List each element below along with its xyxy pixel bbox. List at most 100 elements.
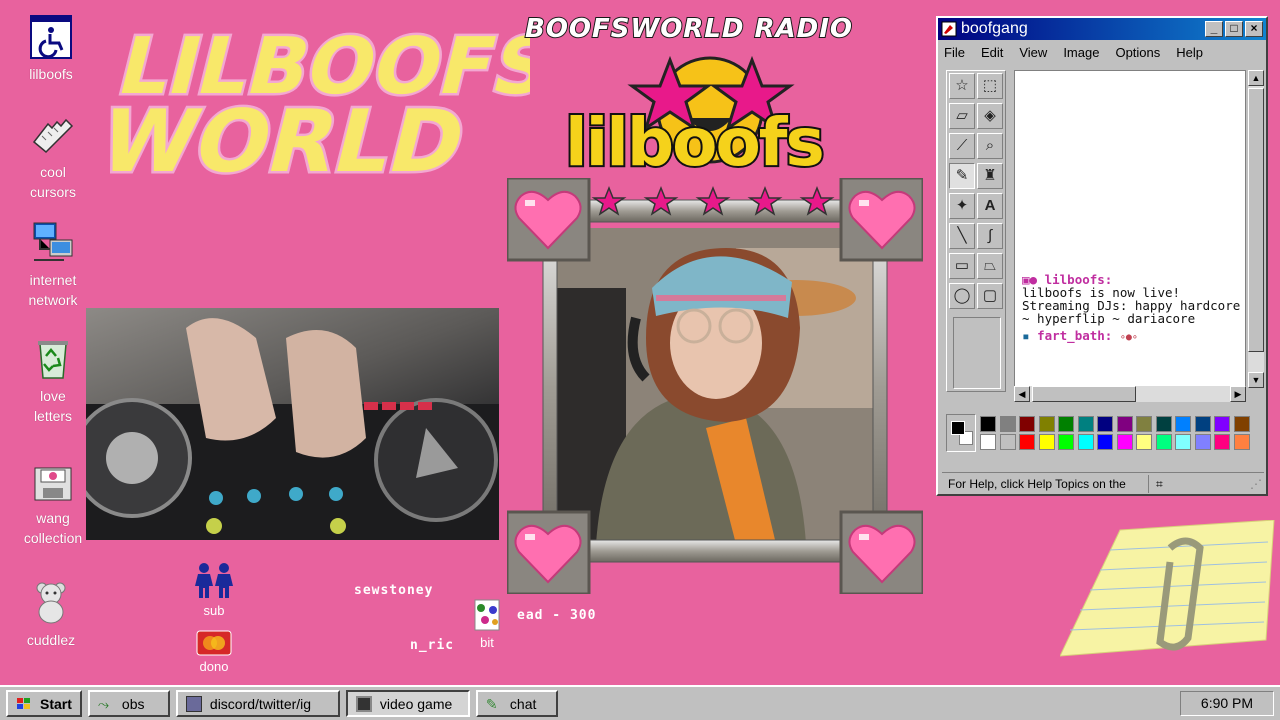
color-swatch[interactable] [980,434,996,450]
recycle-bin-icon [38,341,68,379]
desktop-icon-label: love letters [33,388,73,424]
polygon-tool-icon[interactable]: ⏢ [977,253,1003,279]
desktop-icon-wang-collection[interactable]: wang collection [13,458,93,548]
logo-bottom-text: WORLD [90,91,475,191]
free-select-tool-icon[interactable]: ☆ [949,73,975,99]
taskbar-label: obs [121,695,145,712]
clippy-notepad [1060,520,1275,657]
color-swatch[interactable] [999,416,1016,432]
maximize-button[interactable]: □ [1225,21,1243,37]
magnifier-tool-icon[interactable]: ⌕ [977,133,1003,159]
pencil-tool-icon[interactable]: ✎ [949,163,975,189]
color-swatch[interactable] [1214,434,1230,450]
color-swatch[interactable] [1019,416,1035,432]
picker-tool-icon[interactable]: ⟋ [949,133,975,159]
color-swatch[interactable] [1038,434,1055,450]
color-swatch[interactable] [980,416,996,432]
desktop-icon-cuddlez[interactable]: cuddlez [11,580,91,650]
horizontal-scrollbar[interactable]: ◀ ▶ [1014,386,1246,402]
cursor-hands-icon [32,118,74,154]
color-swatch[interactable] [1077,416,1094,432]
fill-tool-icon[interactable]: ◈ [977,103,1003,129]
position-icon: ⌗ [1156,477,1163,491]
current-colors[interactable] [946,414,976,452]
minimize-button[interactable]: _ [1205,21,1223,37]
chat-text: lilboofs is now live! Streaming DJs: hap… [1022,285,1241,326]
paint-window[interactable]: boofgang _ □ × File Edit View Image Opti… [936,16,1268,496]
chat-message: ▣● lilboofs: lilboofs is now live! Strea… [1022,273,1244,325]
airbrush-tool-icon[interactable]: ✦ [949,193,975,219]
text-tool-icon[interactable]: A [977,193,1003,219]
color-swatch[interactable] [1194,434,1211,450]
menu-options[interactable]: Options [1115,45,1160,60]
rect-select-tool-icon[interactable]: ⬚ [977,73,1003,99]
bit-goal-ticker: ead - 300 [517,608,597,623]
color-swatch[interactable] [1116,416,1133,432]
color-swatch[interactable] [1019,434,1035,450]
desktop-icon-lilboofs[interactable]: lilboofs [11,14,91,84]
color-swatch[interactable] [1194,416,1211,432]
paint-canvas[interactable]: ▣● lilboofs: lilboofs is now live! Strea… [1014,70,1246,388]
color-swatch[interactable] [1097,434,1113,450]
scroll-down-icon[interactable]: ▼ [1248,372,1264,388]
heart-icon [507,510,591,594]
color-swatch[interactable] [999,434,1016,450]
window-titlebar[interactable]: boofgang _ □ × [938,18,1266,40]
color-swatch[interactable] [1233,416,1250,432]
scroll-up-icon[interactable]: ▲ [1248,70,1264,86]
color-swatch[interactable] [1175,434,1191,450]
color-swatch[interactable] [1077,434,1094,450]
scroll-left-icon[interactable]: ◀ [1014,386,1030,402]
tool-options-box[interactable] [953,317,1001,389]
credit-card-icon [196,630,232,656]
ellipse-tool-icon[interactable]: ◯ [949,283,975,309]
taskbar-video-game[interactable]: video game [345,690,470,717]
color-swatch[interactable] [1155,434,1172,450]
system-clock[interactable]: 6:90 PM [1180,691,1274,716]
taskbar-chat[interactable]: ✎ chat [475,690,558,717]
chat-emote-icon: ∘●∘ [1119,332,1138,343]
color-swatch[interactable] [1214,416,1230,432]
close-button[interactable]: × [1245,21,1263,37]
desktop-icon-label: wang collection [23,510,83,546]
menu-image[interactable]: Image [1063,45,1099,60]
desktop-icon-label: lilboofs [29,66,73,82]
vertical-scrollbar[interactable]: ▲ ▼ [1248,70,1264,388]
rounded-rect-tool-icon[interactable]: ▢ [977,283,1003,309]
dj-controller-camera [86,308,499,540]
rectangle-tool-icon[interactable]: ▭ [949,253,975,279]
menu-file[interactable]: File [944,45,965,60]
taskbar-obs[interactable]: ⤳ obs [87,690,170,717]
menu-help[interactable]: Help [1176,45,1203,60]
desktop-icon-internet-network[interactable]: internet network [13,220,93,310]
color-swatch[interactable] [1136,416,1152,432]
desktop-icon-love-letters[interactable]: love letters [13,336,93,426]
desktop-icon-cool-cursors[interactable]: cool cursors [13,112,93,202]
menu-edit[interactable]: Edit [981,45,1003,60]
scroll-thumb[interactable] [1248,88,1264,352]
line-tool-icon[interactable]: ╲ [949,223,975,249]
recent-dono-name: n_ric [410,638,455,653]
floppy-disk-icon [34,467,72,501]
menu-view[interactable]: View [1019,45,1047,60]
resize-grip-icon[interactable]: ⋰ [1250,473,1262,495]
color-swatch[interactable] [1116,434,1133,450]
color-swatch[interactable] [1058,416,1074,432]
color-swatch[interactable] [1097,416,1113,432]
scroll-right-icon[interactable]: ▶ [1230,386,1246,402]
heart-icon [507,178,591,262]
color-swatch[interactable] [1058,434,1074,450]
color-swatch[interactable] [1038,416,1055,432]
color-swatch[interactable] [1233,434,1250,450]
brush-tool-icon[interactable]: ♜ [977,163,1003,189]
color-swatch[interactable] [1136,434,1152,450]
color-swatch[interactable] [1155,416,1172,432]
color-swatch[interactable] [1175,416,1191,432]
taskbar-discord[interactable]: discord/twitter/ig [175,690,340,717]
curve-tool-icon[interactable]: ∫ [977,223,1003,249]
paint-app-icon [941,21,957,37]
start-button[interactable]: Start [6,690,82,717]
scroll-thumb[interactable] [1032,386,1136,402]
sub-label: sub [203,603,225,618]
eraser-tool-icon[interactable]: ▱ [949,103,975,129]
